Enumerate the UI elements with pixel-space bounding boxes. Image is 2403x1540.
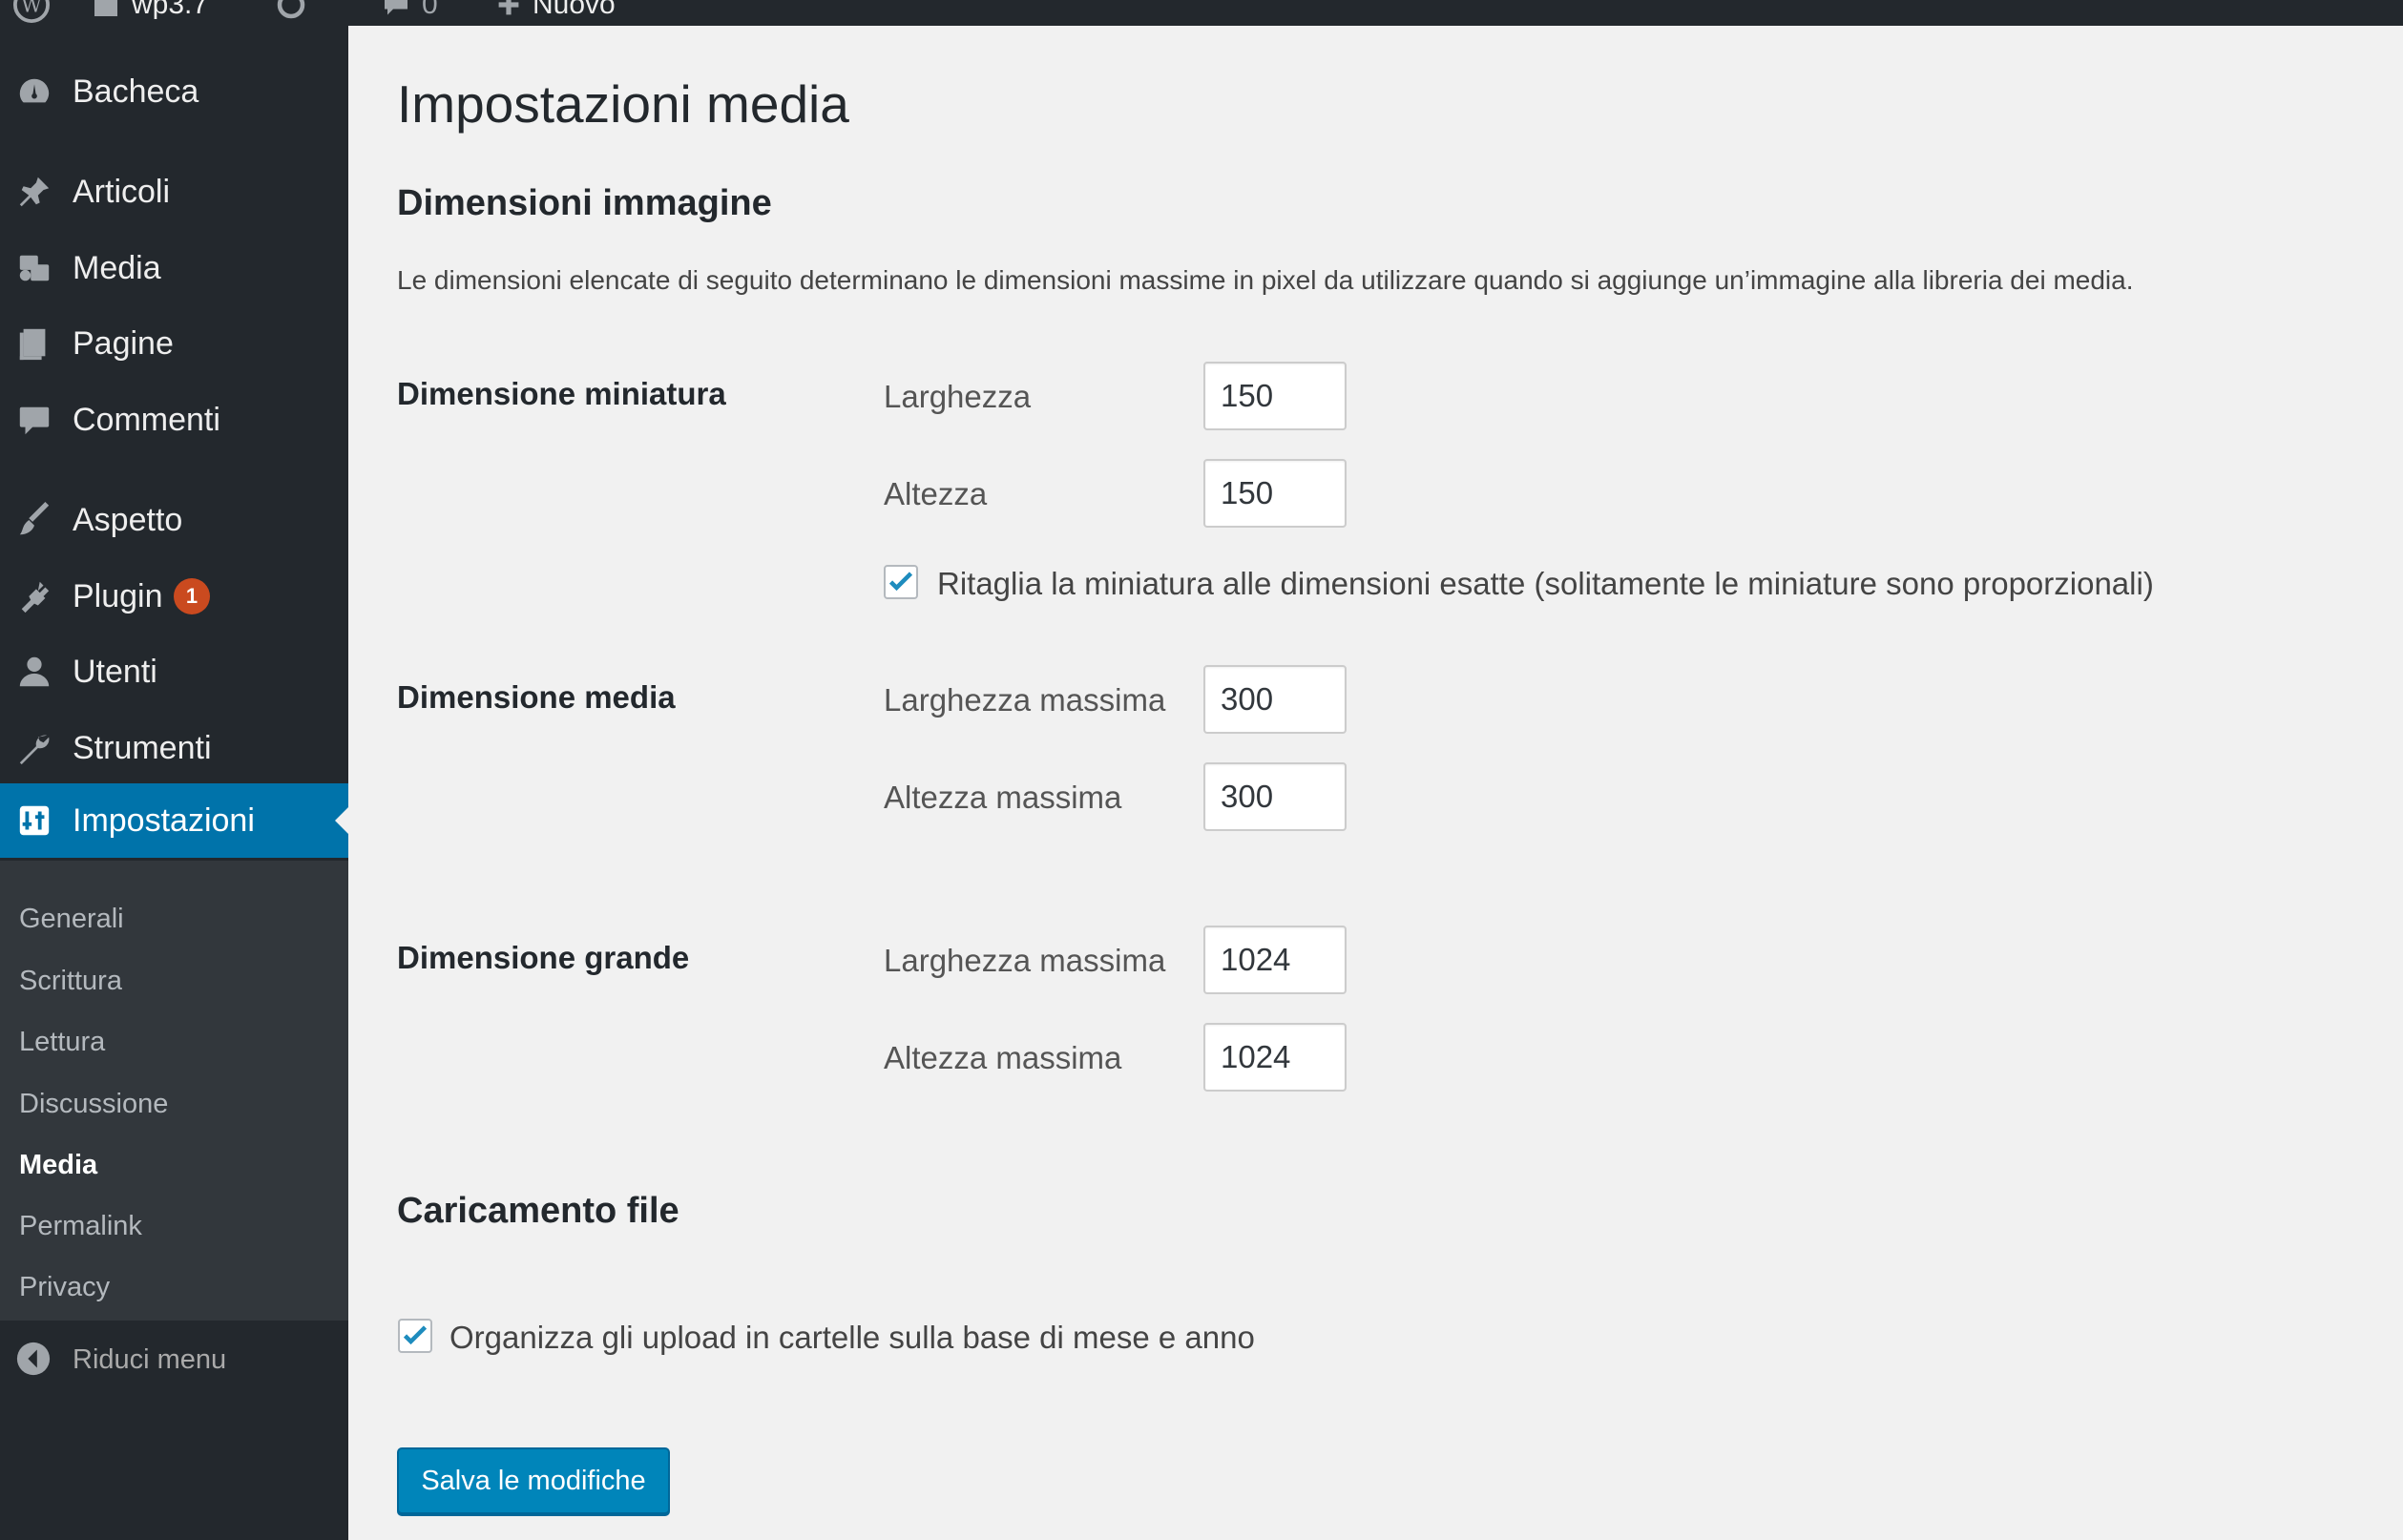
large-width-input[interactable] (1203, 926, 1347, 994)
medium-width-label: Larghezza massima (884, 682, 1166, 718)
thumbnail-height-label: Altezza (884, 476, 988, 511)
collapse-menu-button[interactable]: Riduci menu (0, 1331, 348, 1388)
sidebar-item-label: Pagine (73, 324, 174, 362)
sidebar-item-label: Plugin (73, 577, 163, 614)
medium-width-input[interactable] (1203, 665, 1347, 734)
submenu-item-discussione[interactable]: Discussione (19, 1089, 168, 1120)
submenu-item-lettura[interactable]: Lettura (19, 1027, 105, 1058)
thumbnail-height-input[interactable] (1203, 459, 1347, 528)
pin-icon (15, 173, 53, 211)
sidebar-item-aspetto[interactable]: Aspetto (0, 487, 348, 553)
updates-link[interactable] (277, 0, 305, 26)
crop-thumbnail-label[interactable]: Ritaglia la miniatura alle dimensioni es… (937, 566, 2154, 602)
admin-bar: W wp3.7 0 Nuovo (0, 0, 2403, 26)
sidebar-item-articoli[interactable]: Articoli (0, 158, 348, 225)
sidebar-item-utenti[interactable]: Utenti (0, 638, 348, 705)
sidebar-item-commenti[interactable]: Commenti (0, 386, 348, 453)
sidebar-item-plugin[interactable]: Plugin 1 (0, 563, 348, 630)
large-height-input[interactable] (1203, 1023, 1347, 1092)
collapse-menu-label: Riduci menu (73, 1343, 227, 1375)
home-icon (94, 0, 117, 16)
sidebar-item-label: Aspetto (73, 501, 183, 538)
settings-icon (15, 801, 53, 840)
save-button[interactable]: Salva le modifiche (397, 1447, 670, 1514)
plus-icon (498, 0, 519, 15)
thumbnail-width-label: Larghezza (884, 379, 1032, 414)
sidebar-item-media[interactable]: Media (0, 235, 348, 302)
comments-link[interactable]: 0 (382, 0, 438, 26)
organize-uploads-label[interactable]: Organizza gli upload in cartelle sulla b… (449, 1320, 1255, 1356)
svg-text:W: W (21, 0, 42, 17)
sidebar-item-label: Articoli (73, 173, 171, 210)
sidebar-item-strumenti[interactable]: Strumenti (0, 715, 348, 781)
sidebar-item-label: Strumenti (73, 729, 212, 766)
large-height-label: Altezza massima (884, 1040, 1122, 1075)
checkmark-icon (403, 1325, 428, 1345)
comments-count: 0 (422, 0, 438, 20)
wordpress-logo-icon[interactable]: W (13, 0, 50, 26)
admin-sidebar: Bacheca Articoli Media Pagine Commenti A… (0, 26, 348, 1540)
large-size-label: Dimensione grande (397, 940, 690, 975)
page-title: Impostazioni media (397, 74, 849, 134)
media-icon (15, 249, 53, 287)
checkmark-icon (888, 572, 913, 592)
image-sizes-title: Dimensioni immagine (397, 183, 772, 223)
wrench-icon (15, 729, 53, 767)
submenu-item-permalink[interactable]: Permalink (19, 1211, 142, 1242)
uploads-title: Caricamento file (397, 1191, 679, 1231)
sidebar-item-label: Impostazioni (73, 801, 255, 839)
plugin-update-badge: 1 (174, 578, 210, 614)
sidebar-item-label: Utenti (73, 653, 157, 690)
submenu-item-media[interactable]: Media (19, 1150, 97, 1181)
brush-icon (15, 501, 53, 539)
thumbnail-width-input[interactable] (1203, 362, 1347, 430)
sidebar-item-impostazioni[interactable]: Impostazioni (0, 783, 348, 858)
submenu-item-scrittura[interactable]: Scrittura (19, 966, 122, 997)
organize-uploads-checkbox[interactable] (398, 1319, 432, 1353)
submenu-item-generali[interactable]: Generali (19, 904, 124, 935)
large-width-label: Larghezza massima (884, 943, 1166, 978)
medium-size-label: Dimensione media (397, 679, 676, 715)
site-name: wp3.7 (132, 0, 209, 20)
crop-thumbnail-checkbox[interactable] (884, 565, 918, 599)
settings-submenu: Generali Scrittura Lettura Discussione M… (0, 861, 348, 1321)
sidebar-item-label: Media (73, 249, 161, 286)
medium-height-label: Altezza massima (884, 780, 1122, 815)
updates-icon (277, 0, 305, 19)
pages-icon (15, 324, 53, 363)
thumbnail-size-label: Dimensione miniatura (397, 376, 726, 411)
new-content-link[interactable]: Nuovo (496, 0, 616, 26)
main-content: Impostazioni media Dimensioni immagine L… (348, 26, 2403, 1540)
sidebar-item-label: Bacheca (73, 73, 199, 110)
comments-icon (15, 401, 53, 439)
sidebar-item-bacheca[interactable]: Bacheca (0, 58, 348, 125)
sidebar-item-pagine[interactable]: Pagine (0, 310, 348, 377)
new-label: Nuovo (533, 0, 616, 20)
users-icon (15, 653, 53, 691)
plugin-icon (15, 577, 53, 615)
dashboard-icon (15, 73, 53, 111)
sidebar-item-label: Commenti (73, 401, 220, 438)
collapse-arrow-icon (15, 1341, 53, 1379)
submenu-item-privacy[interactable]: Privacy (19, 1272, 110, 1303)
medium-height-input[interactable] (1203, 762, 1347, 831)
image-sizes-description: Le dimensioni elencate di seguito determ… (397, 265, 2134, 295)
comment-bubble-icon (385, 0, 407, 15)
site-name-link[interactable]: wp3.7 (92, 0, 208, 26)
